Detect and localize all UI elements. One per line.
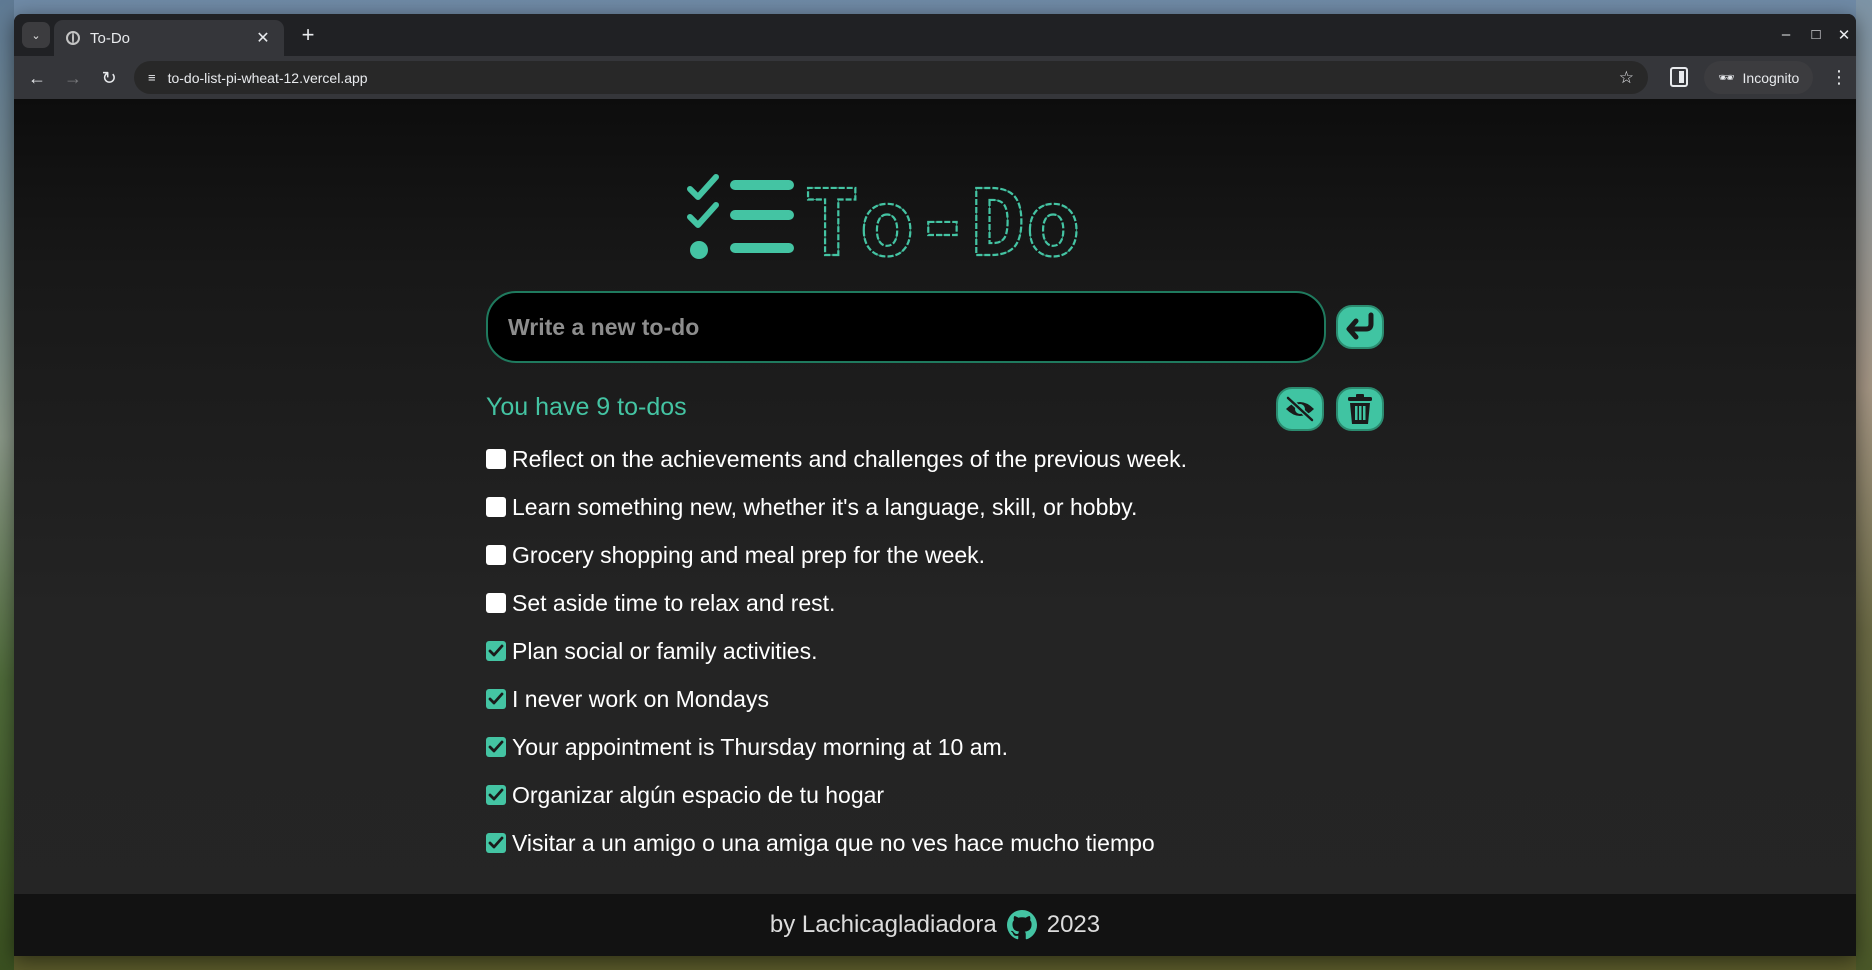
globe-icon bbox=[66, 31, 80, 45]
trash-icon bbox=[1348, 394, 1372, 424]
incognito-badge[interactable]: 🕶 Incognito bbox=[1704, 61, 1814, 94]
tab-active[interactable]: To-Do ✕ bbox=[54, 20, 284, 56]
page-footer: by Lachicagladiadora 2023 bbox=[14, 894, 1856, 956]
url-text[interactable]: to-do-list-pi-wheat-12.vercel.app bbox=[168, 70, 1619, 86]
todo-item: Grocery shopping and meal prep for the w… bbox=[486, 531, 1187, 579]
maximize-icon[interactable]: □ bbox=[1806, 26, 1826, 43]
todo-text: Visitar a un amigo o una amiga que no ve… bbox=[512, 829, 1155, 856]
checkmark-icon bbox=[488, 836, 504, 849]
desktop-wallpaper-left bbox=[0, 0, 14, 970]
footer-year: 2023 bbox=[1046, 911, 1101, 938]
logo-text-pattern: To-Do bbox=[804, 170, 1081, 269]
tab-strip: ⌄ To-Do ✕ + – □ ✕ bbox=[14, 14, 1856, 56]
todo-checkbox[interactable] bbox=[486, 689, 506, 709]
todo-item: Reflect on the achievements and challeng… bbox=[486, 435, 1187, 483]
footer-author: by Lachicagladiadora bbox=[769, 911, 997, 938]
todo-checkbox[interactable] bbox=[486, 641, 506, 661]
todo-checkbox[interactable] bbox=[486, 497, 506, 517]
todo-item: Visitar a un amigo o una amiga que no ve… bbox=[486, 819, 1187, 867]
todo-text: Learn something new, whether it's a lang… bbox=[512, 493, 1138, 520]
todo-checkbox[interactable] bbox=[486, 545, 506, 565]
enter-arrow-icon bbox=[1346, 312, 1374, 340]
todo-item: Organizar algún espacio de tu hogar bbox=[486, 771, 1187, 819]
forward-arrow-icon[interactable]: → bbox=[60, 65, 86, 91]
close-icon[interactable]: ✕ bbox=[254, 28, 272, 48]
browser-window: ⌄ To-Do ✕ + – □ ✕ ← → ↻ ≡ to-do-list-pi-… bbox=[14, 14, 1856, 956]
window-close-icon[interactable]: ✕ bbox=[1834, 26, 1854, 44]
todo-item: Learn something new, whether it's a lang… bbox=[486, 483, 1187, 531]
delete-completed-button[interactable] bbox=[1336, 387, 1384, 431]
toggle-completed-button[interactable] bbox=[1276, 387, 1324, 431]
incognito-icon: 🕶 bbox=[1718, 69, 1735, 85]
checkmark-icon bbox=[488, 788, 504, 801]
todo-checkbox[interactable] bbox=[486, 833, 506, 853]
checklist-logo-icon: To-Do To-Do bbox=[687, 169, 1082, 278]
more-menu-icon[interactable]: ⋮ bbox=[1830, 67, 1848, 88]
todo-checkbox[interactable] bbox=[486, 593, 506, 613]
add-todo-button[interactable] bbox=[1336, 305, 1384, 349]
todo-counter: You have 9 to-dos bbox=[486, 393, 687, 421]
desktop-wallpaper-right bbox=[1856, 0, 1872, 970]
app-logo: To-Do To-Do bbox=[684, 169, 1204, 278]
todo-item: Set aside time to relax and rest. bbox=[486, 579, 1187, 627]
todo-item: Your appointment is Thursday morning at … bbox=[486, 723, 1187, 771]
checkmark-icon bbox=[488, 740, 504, 753]
todo-text: Set aside time to relax and rest. bbox=[512, 589, 836, 616]
page-content: To-Do To-Do You have 9 to-dos bbox=[14, 99, 1856, 956]
eye-slash-icon bbox=[1285, 395, 1315, 423]
checkmark-icon bbox=[488, 644, 504, 657]
todo-text: Plan social or family activities. bbox=[512, 637, 818, 664]
tab-title: To-Do bbox=[90, 29, 131, 47]
todo-list: Reflect on the achievements and challeng… bbox=[486, 435, 1187, 867]
todo-checkbox[interactable] bbox=[486, 785, 506, 805]
bookmark-star-icon[interactable]: ☆ bbox=[1619, 68, 1634, 88]
checkmark-icon bbox=[488, 692, 504, 705]
back-arrow-icon[interactable]: ← bbox=[24, 65, 50, 91]
reload-icon[interactable]: ↻ bbox=[96, 65, 122, 91]
site-settings-icon[interactable]: ≡ bbox=[148, 70, 156, 85]
new-todo-input[interactable] bbox=[508, 313, 1304, 341]
todo-checkbox[interactable] bbox=[486, 737, 506, 757]
todo-text: Your appointment is Thursday morning at … bbox=[512, 733, 1009, 760]
side-panel-icon[interactable] bbox=[1670, 67, 1688, 87]
browser-toolbar: ← → ↻ ≡ to-do-list-pi-wheat-12.vercel.ap… bbox=[14, 56, 1856, 99]
new-todo-field[interactable] bbox=[486, 291, 1326, 363]
todo-item: I never work on Mondays bbox=[486, 675, 1187, 723]
todo-text: Reflect on the achievements and challeng… bbox=[512, 445, 1188, 472]
todo-text: Organizar algún espacio de tu hogar bbox=[512, 781, 885, 808]
todo-text: Grocery shopping and meal prep for the w… bbox=[512, 541, 986, 568]
todo-text: I never work on Mondays bbox=[512, 685, 769, 712]
incognito-label: Incognito bbox=[1742, 69, 1800, 86]
tab-search-icon[interactable]: ⌄ bbox=[22, 22, 50, 48]
github-icon[interactable] bbox=[1006, 910, 1037, 940]
todo-item: Plan social or family activities. bbox=[486, 627, 1187, 675]
address-bar[interactable]: ≡ to-do-list-pi-wheat-12.vercel.app ☆ bbox=[134, 61, 1648, 94]
todo-checkbox[interactable] bbox=[486, 449, 506, 469]
new-tab-icon[interactable]: + bbox=[296, 24, 320, 46]
minimize-icon[interactable]: – bbox=[1776, 26, 1796, 43]
